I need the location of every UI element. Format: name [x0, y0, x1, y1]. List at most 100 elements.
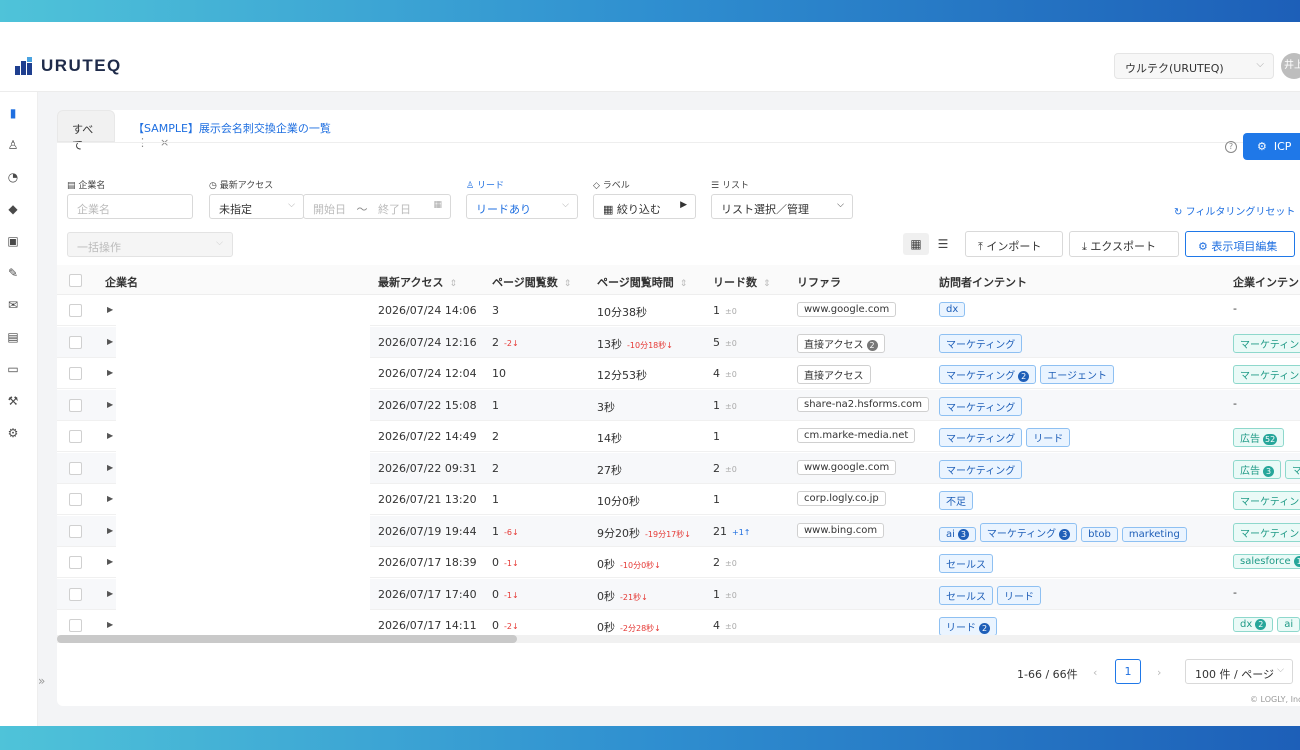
intent-tag[interactable]: リード — [997, 585, 1041, 605]
prev-page-button[interactable]: ‹ — [1093, 666, 1097, 679]
bulk-action-select[interactable]: 一括操作 ⌵ — [67, 232, 233, 257]
company-intent-tag[interactable]: dx 2 — [1233, 617, 1274, 632]
list-view-button[interactable]: ☰ — [930, 233, 956, 255]
edit-icon[interactable]: ✎ — [6, 266, 20, 280]
document-icon[interactable]: ▤ — [6, 330, 20, 344]
row-checkbox[interactable] — [69, 556, 82, 569]
export-button[interactable]: ⤓ エクスポート — [1069, 231, 1179, 257]
row-checkbox[interactable] — [69, 335, 82, 349]
intent-tag[interactable]: marketing — [1121, 526, 1187, 542]
page-size-select[interactable]: 100 件 / ページ ⌵ — [1185, 659, 1293, 684]
user-icon[interactable]: ♙ — [6, 138, 20, 152]
intent-tag[interactable]: マーケティング 3 — [979, 522, 1078, 542]
expand-row-icon[interactable]: ▶ — [107, 557, 113, 566]
brand-name: URUTEQ — [41, 56, 122, 75]
list-filter-select[interactable]: リスト選択／管理 ⌵ — [711, 194, 853, 219]
intent-tag[interactable]: マーケティング — [939, 396, 1023, 416]
icp-button[interactable]: ⚙ ICP — [1243, 133, 1300, 160]
next-page-button[interactable]: › — [1157, 666, 1161, 679]
column-header-time[interactable]: ページ閲覧時間 ⇕ — [597, 274, 687, 290]
intent-tag[interactable]: dx — [939, 302, 966, 317]
row-checkbox[interactable] — [69, 461, 82, 475]
intent-tag[interactable]: 不足 — [939, 491, 973, 510]
intent-tag[interactable]: マーケティング — [939, 459, 1023, 479]
expand-row-icon[interactable]: ▶ — [107, 368, 113, 377]
expand-row-icon[interactable]: ▶ — [107, 463, 113, 472]
page-number-button[interactable]: 1 — [1115, 659, 1141, 684]
intent-tag[interactable]: マーケティング 2 — [939, 365, 1037, 384]
wrench-icon[interactable]: ⚒ — [6, 394, 20, 408]
column-header-referrer[interactable]: リファラ — [797, 274, 841, 290]
logo[interactable]: URUTEQ — [15, 56, 122, 76]
horizontal-scrollbar[interactable] — [57, 635, 1300, 643]
help-icon[interactable]: ? — [1225, 141, 1237, 153]
clock-icon[interactable]: ◔ — [6, 170, 20, 184]
intent-tag-text: エージェント — [1047, 371, 1108, 382]
company-intent-tag[interactable]: マーケティング — [1233, 522, 1300, 542]
row-checkbox[interactable] — [69, 619, 82, 632]
intent-tag[interactable]: リード 2 — [939, 617, 997, 636]
import-button[interactable]: ⤒ インポート — [965, 231, 1063, 257]
display-icon[interactable]: ▭ — [6, 362, 20, 376]
intent-tag[interactable]: リード — [1026, 428, 1071, 447]
expand-row-icon[interactable]: ▶ — [107, 494, 113, 503]
mail-icon[interactable]: ✉ — [6, 298, 20, 312]
card-view-button[interactable]: ▦ — [903, 233, 929, 255]
scrollbar-thumb[interactable] — [57, 635, 517, 643]
company-intent-tag[interactable]: ai — [1277, 617, 1300, 632]
company-intent-text: 広告 — [1240, 465, 1260, 477]
label-filter-button[interactable]: ▦ 絞り込む ▶ — [593, 194, 696, 219]
access-filter-select[interactable]: 未指定 ⌵ — [209, 194, 304, 219]
company-intent-tag[interactable]: 広告 52 — [1233, 428, 1285, 447]
row-checkbox[interactable] — [69, 398, 82, 412]
row-checkbox[interactable] — [69, 493, 82, 506]
row-checkbox[interactable] — [69, 587, 82, 601]
organization-select[interactable]: ウルテク(URUTEQ) ⌵ — [1114, 53, 1274, 79]
intent-tag[interactable]: マーケティング — [939, 428, 1023, 447]
column-header-views[interactable]: ページ閲覧数 ⇕ — [492, 274, 571, 290]
filter-reset-link[interactable]: ↻ フィルタリングリセット — [1174, 203, 1295, 218]
row-checkbox[interactable] — [69, 524, 82, 538]
expand-row-icon[interactable]: ▶ — [107, 305, 113, 314]
column-header-intent[interactable]: 訪問者インテント — [939, 274, 1027, 290]
expand-row-icon[interactable]: ▶ — [107, 400, 113, 409]
company-intent-tag[interactable]: マ — [1285, 459, 1300, 479]
company-filter-input[interactable]: 企業名 — [67, 194, 193, 219]
lead-filter-select[interactable]: リードあり ⌵ — [466, 194, 578, 219]
select-all-checkbox[interactable] — [69, 274, 82, 287]
company-intent-tag[interactable]: salesforce 1 — [1233, 554, 1300, 569]
intent-tag[interactable]: btob — [1081, 526, 1118, 542]
edit-columns-button[interactable]: ⚙ 表示項目編集 — [1185, 231, 1295, 257]
tab-all[interactable]: すべて — [57, 110, 115, 152]
bell-icon[interactable]: ◆ — [6, 202, 20, 216]
row-checkbox[interactable] — [69, 304, 82, 317]
intent-tag[interactable]: エージェント — [1040, 365, 1115, 384]
expand-row-icon[interactable]: ▶ — [107, 526, 113, 535]
gear-icon[interactable]: ⚙ — [6, 426, 20, 440]
tab-sample-list[interactable]: 【SAMPLE】展示会名刺交換企業の一覧⋮× — [119, 110, 381, 149]
expand-row-icon[interactable]: ▶ — [107, 431, 113, 440]
expand-row-icon[interactable]: ▶ — [107, 589, 113, 598]
column-header-company-intent[interactable]: 企業インテン — [1233, 274, 1299, 290]
intent-tag[interactable]: セールス — [939, 554, 993, 573]
row-checkbox[interactable] — [69, 430, 82, 443]
intent-tag[interactable]: セールス — [939, 585, 993, 605]
company-intent-tag[interactable]: マーケティング — [1233, 491, 1300, 510]
intent-tag[interactable]: ai 3 — [939, 526, 976, 542]
sidebar-collapse-button[interactable]: » — [38, 674, 50, 696]
company-intent-tag[interactable]: 広告 3 — [1233, 459, 1281, 479]
avatar[interactable]: 井上 — [1281, 53, 1300, 79]
column-header-access[interactable]: 最新アクセス ⇕ — [378, 274, 457, 290]
contact-card-icon[interactable]: ▣ — [6, 234, 20, 248]
list-icon[interactable]: ▮ — [6, 106, 20, 120]
expand-row-icon[interactable]: ▶ — [107, 620, 113, 629]
company-intent-tag[interactable]: マーケティング — [1233, 333, 1300, 353]
date-range-picker[interactable]: 開始日 〜 終了日 ▦ — [303, 194, 451, 219]
company-intent-tag[interactable]: マーケティング — [1233, 365, 1300, 384]
column-header-leads[interactable]: リード数 ⇕ — [713, 274, 771, 290]
row-checkbox[interactable] — [69, 367, 82, 380]
intent-tag[interactable]: マーケティング — [939, 333, 1023, 353]
cell-lead-count: 1 — [713, 430, 720, 443]
expand-row-icon[interactable]: ▶ — [107, 337, 113, 346]
column-header-company[interactable]: 企業名 — [105, 274, 138, 290]
